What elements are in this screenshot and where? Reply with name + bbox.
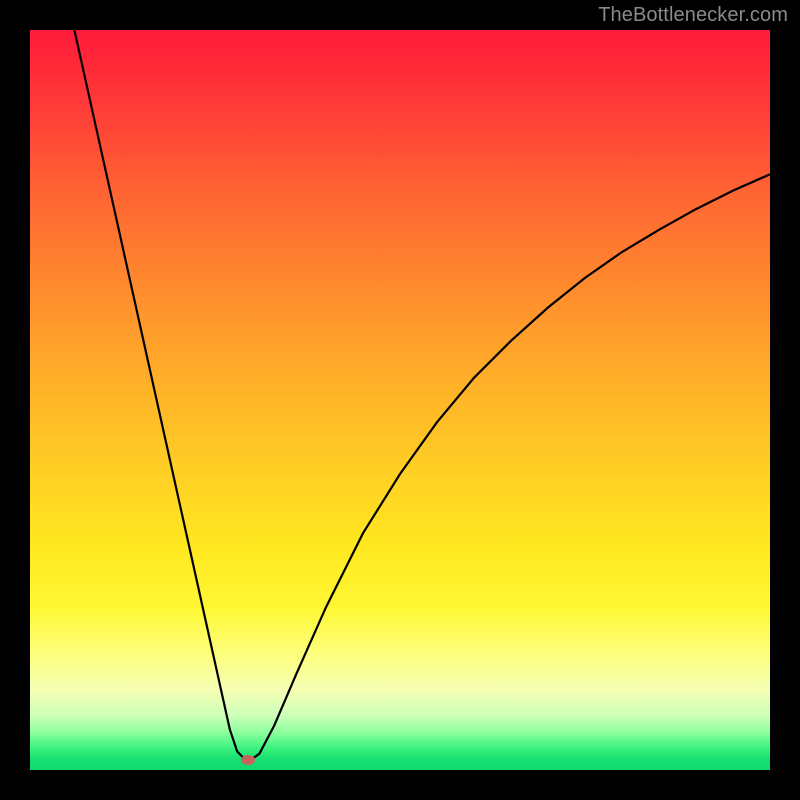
curve-svg bbox=[30, 30, 770, 770]
watermark-label: TheBottlenecker.com bbox=[598, 4, 788, 27]
minimum-marker bbox=[241, 755, 255, 765]
bottleneck-curve-path bbox=[74, 30, 770, 759]
plot-area bbox=[30, 30, 770, 770]
chart-frame: TheBottlenecker.com bbox=[0, 0, 800, 800]
